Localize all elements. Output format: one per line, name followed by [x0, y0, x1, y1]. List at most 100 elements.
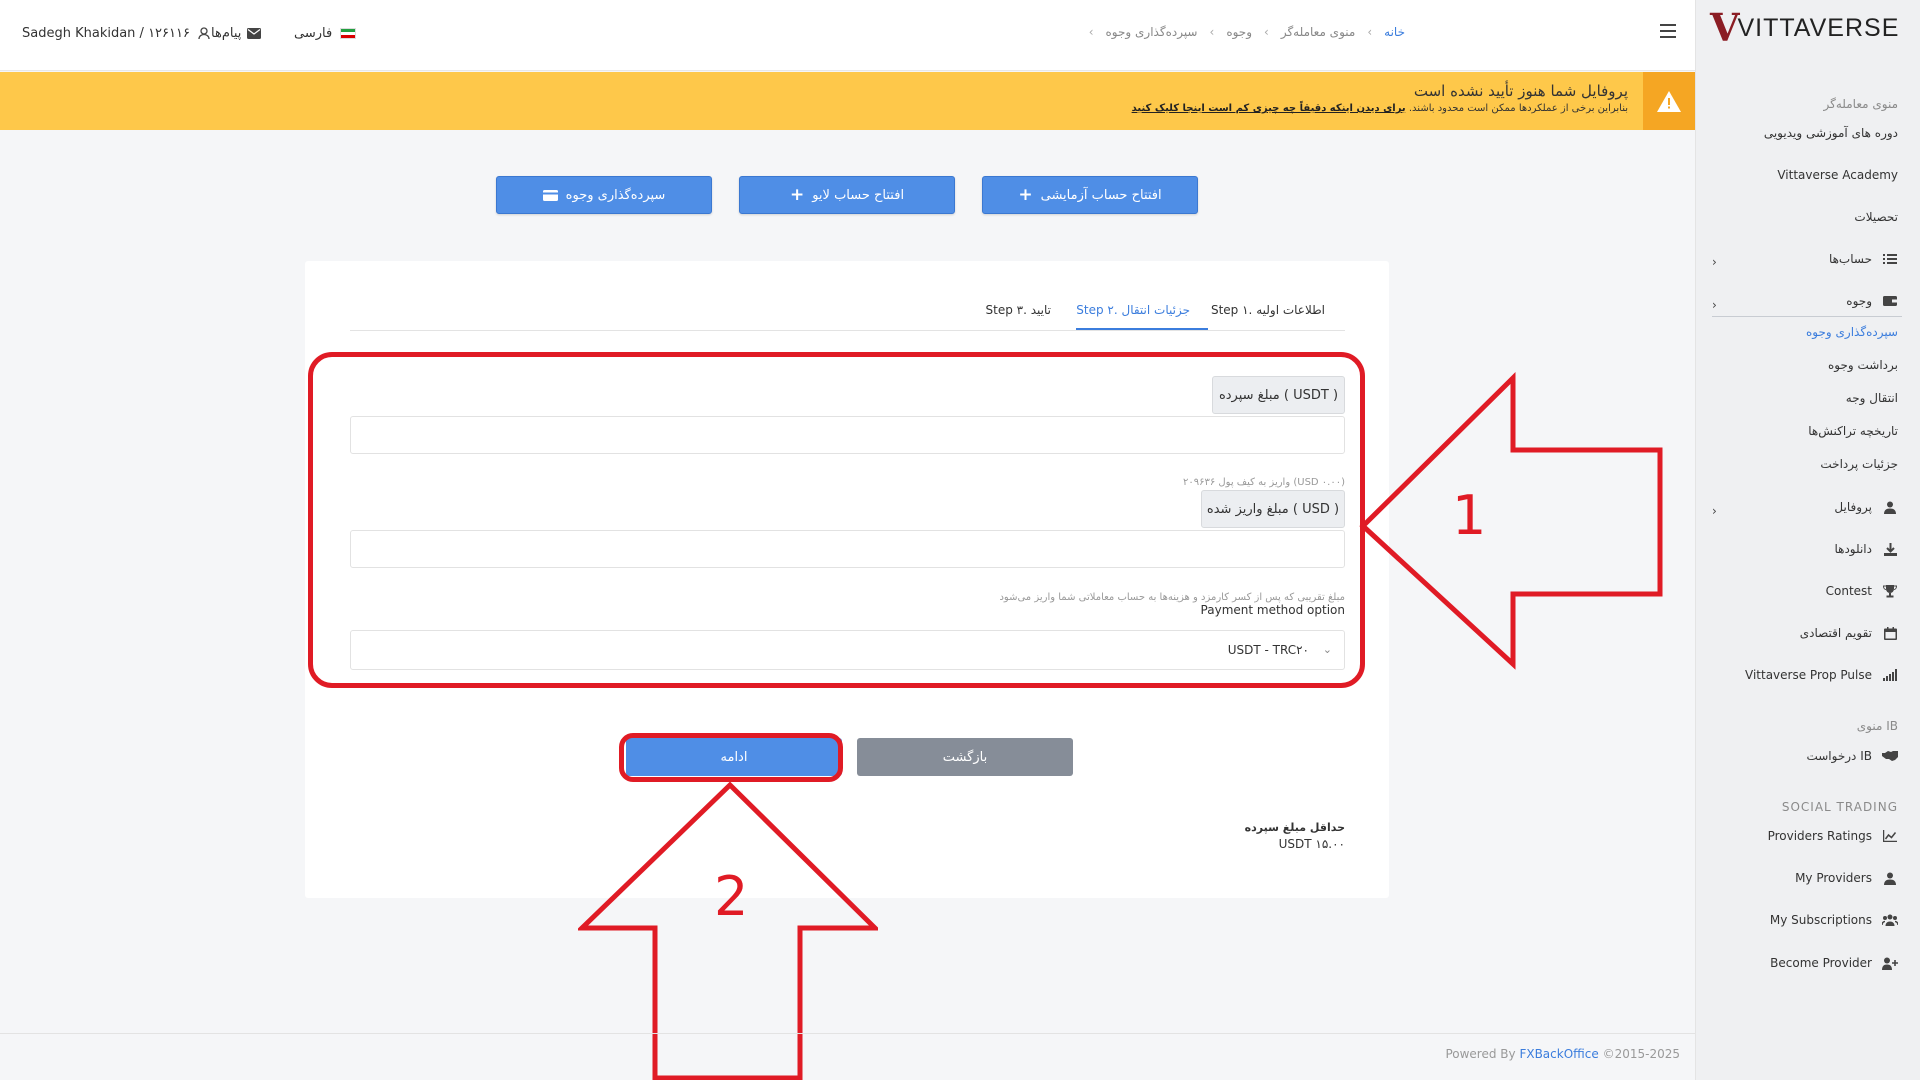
annotation-number-2: 2	[714, 865, 749, 928]
messages-label: پیام‌ها	[211, 26, 242, 41]
sidebar-item-label: حساب‌ها	[1828, 252, 1872, 266]
breadcrumb-separator-icon: ‹	[1264, 25, 1269, 39]
tab-step-3[interactable]: Step ۳. تایید	[986, 303, 1051, 317]
breadcrumb-separator-icon: ‹	[1367, 25, 1373, 39]
sidebar-item-my-providers[interactable]: My Providers	[1795, 871, 1898, 885]
open-demo-account-button[interactable]: + افتتاح حساب آزمایشی	[982, 176, 1198, 214]
breadcrumb-separator-icon: ‹	[1209, 25, 1215, 39]
sidebar-item-label: برداشت وجوه	[1828, 358, 1898, 372]
ib-menu-title: منوی IB	[1856, 719, 1898, 733]
chevron-left-icon[interactable]: ›	[1712, 255, 1717, 269]
sidebar-item-funds[interactable]: وجوه	[1846, 294, 1898, 308]
back-button[interactable]: بازگشت	[857, 738, 1073, 776]
active-tab-indicator	[1076, 328, 1208, 330]
sidebar-item-transfer[interactable]: انتقال وجه	[1846, 391, 1898, 405]
footer-brand-link[interactable]: FXBackOffice	[1519, 1047, 1598, 1061]
sidebar-item-profile[interactable]: پروفایل	[1834, 500, 1898, 514]
sidebar-item-providers-ratings[interactable]: Providers Ratings	[1768, 829, 1898, 843]
messages-link[interactable]: پیام‌ها	[211, 26, 262, 41]
sidebar-item-my-subscriptions[interactable]: My Subscriptions	[1770, 913, 1898, 927]
sidebar-item-accounts[interactable]: حساب‌ها	[1829, 252, 1898, 266]
language-switch[interactable]: فارسی	[294, 26, 357, 41]
chevron-left-icon[interactable]: ›	[1712, 504, 1717, 518]
handshake-icon	[1882, 749, 1898, 763]
warning-icon	[1643, 72, 1695, 130]
sidebar-item-label: My Subscriptions	[1769, 913, 1872, 927]
breadcrumb-deposit: سپرده‌گذاری وجوه	[1105, 25, 1198, 39]
sidebar-item-economic-calendar[interactable]: تقویم اقتصادی	[1800, 626, 1898, 640]
highlight-continue-button	[619, 733, 843, 782]
sidebar-item-label: انتقال وجه	[1845, 391, 1898, 405]
sidebar-item-deposit[interactable]: سپرده‌گذاری وجوه	[1806, 325, 1898, 339]
sidebar-item-label: تاریخچه تراکنش‌ها	[1808, 424, 1898, 438]
sidebar-item-label: Become Provider	[1770, 956, 1872, 970]
button-label: سپرده‌گذاری وجوه	[565, 187, 666, 203]
highlight-form-fields	[308, 352, 1365, 688]
sidebar-item-label: دوره های آموزشی ویدیویی	[1763, 126, 1898, 140]
logo-text: VITTAVERSE	[1737, 13, 1900, 42]
minimum-deposit-label: حداقل مبلغ سپرده	[1244, 821, 1345, 834]
sidebar-item-downloads[interactable]: دانلودها	[1834, 542, 1898, 556]
user-name: Sadegh Khakidan / ۱۲۶۱۱۶	[22, 26, 190, 41]
credit-card-icon	[542, 189, 558, 201]
sidebar-item-academy[interactable]: Vittaverse Academy	[1777, 168, 1898, 182]
sidebar-item-become-provider[interactable]: Become Provider	[1770, 956, 1898, 970]
breadcrumb-home[interactable]: خانه	[1384, 25, 1405, 39]
user-menu[interactable]: Sadegh Khakidan / ۱۲۶۱۱۶	[22, 26, 210, 41]
chart-line-icon	[1882, 829, 1898, 843]
breadcrumb-trader-menu[interactable]: منوی معامله‌گر	[1281, 25, 1356, 39]
sidebar-item-education[interactable]: تحصیلات	[1854, 210, 1898, 224]
user-icon	[198, 27, 210, 40]
trader-menu-title: منوی معامله‌گر	[1823, 97, 1899, 111]
sidebar-divider	[1712, 316, 1902, 317]
brand-logo[interactable]: V VITTAVERSE	[1710, 8, 1910, 48]
sidebar-item-label: Providers Ratings	[1767, 829, 1872, 843]
plus-icon: +	[789, 185, 805, 205]
top-bar: Sadegh Khakidan / ۱۲۶۱۱۶ پیام‌ها فارسی خ…	[0, 0, 1695, 71]
sidebar-item-video-courses[interactable]: دوره های آموزشی ویدیویی	[1764, 126, 1898, 140]
envelope-icon	[247, 28, 262, 39]
footer-divider	[0, 1033, 1695, 1034]
button-label: افتتاح حساب آزمایشی	[1040, 187, 1162, 203]
download-icon	[1882, 542, 1898, 556]
sidebar-item-label: تحصیلات	[1854, 210, 1898, 224]
sidebar-item-label: Vittaverse Prop Pulse	[1745, 668, 1872, 682]
annotation-number-1: 1	[1452, 484, 1487, 547]
user-tie-icon	[1882, 871, 1898, 885]
hamburger-menu-icon[interactable]	[1660, 24, 1676, 38]
user-plus-icon	[1882, 956, 1898, 970]
logo-mark: V	[1710, 5, 1740, 50]
deposit-funds-button[interactable]: سپرده‌گذاری وجوه	[496, 176, 712, 214]
sidebar-item-label: وجوه	[1846, 294, 1872, 308]
sidebar-item-transaction-history[interactable]: تاریخچه تراکنش‌ها	[1808, 424, 1898, 438]
banner-click-here-link[interactable]: برای دیدن اینکه دقیقاً چه چیزی کم است ای…	[1132, 103, 1406, 114]
footer-powered: Powered By	[1445, 1047, 1516, 1061]
sidebar-item-label: Vittaverse Academy	[1777, 168, 1898, 182]
tab-step-1[interactable]: Step ۱. اطلاعات اولیه	[1211, 303, 1325, 317]
button-label: افتتاح حساب لایو	[812, 187, 905, 203]
sidebar-item-label: تقویم اقتصادی	[1799, 626, 1872, 640]
sidebar-item-label: سپرده‌گذاری وجوه	[1806, 325, 1898, 339]
wallet-icon	[1882, 294, 1898, 308]
breadcrumb: خانه ‹ منوی معامله‌گر ‹ وجوه ‹ سپرده‌گذا…	[1089, 25, 1405, 39]
sidebar-item-ib-request[interactable]: درخواست IB	[1806, 749, 1898, 763]
sidebar-item-label: جزئیات پرداخت	[1820, 457, 1898, 471]
user-icon	[1882, 500, 1898, 514]
open-live-account-button[interactable]: + افتتاح حساب لایو	[739, 176, 955, 214]
social-trading-title: SOCIAL TRADING	[1781, 800, 1898, 814]
banner-description: بنابراین برخی از عملکردها ممکن است محدود…	[1132, 103, 1628, 114]
breadcrumb-funds[interactable]: وجوه	[1226, 25, 1252, 39]
plus-icon: +	[1018, 185, 1033, 205]
footer-copyright: ©2015-2025	[1602, 1047, 1680, 1061]
sidebar-item-withdraw[interactable]: برداشت وجوه	[1828, 358, 1898, 372]
chevron-down-icon[interactable]: ›	[1712, 298, 1717, 312]
breadcrumb-separator-icon: ‹	[1088, 25, 1094, 39]
footer: Powered By FXBackOffice ©2015-2025	[1445, 1047, 1680, 1061]
sidebar-item-contest[interactable]: Contest	[1826, 584, 1898, 598]
sidebar-item-label: پروفایل	[1834, 500, 1872, 514]
calendar-icon	[1882, 626, 1898, 640]
annotation-arrow-left-icon	[1359, 372, 1663, 670]
tab-step-2[interactable]: Step ۲. جزئیات انتقال	[1076, 303, 1190, 317]
sidebar-item-prop-pulse[interactable]: Vittaverse Prop Pulse	[1745, 668, 1898, 682]
sidebar-item-payment-details[interactable]: جزئیات پرداخت	[1820, 457, 1898, 471]
